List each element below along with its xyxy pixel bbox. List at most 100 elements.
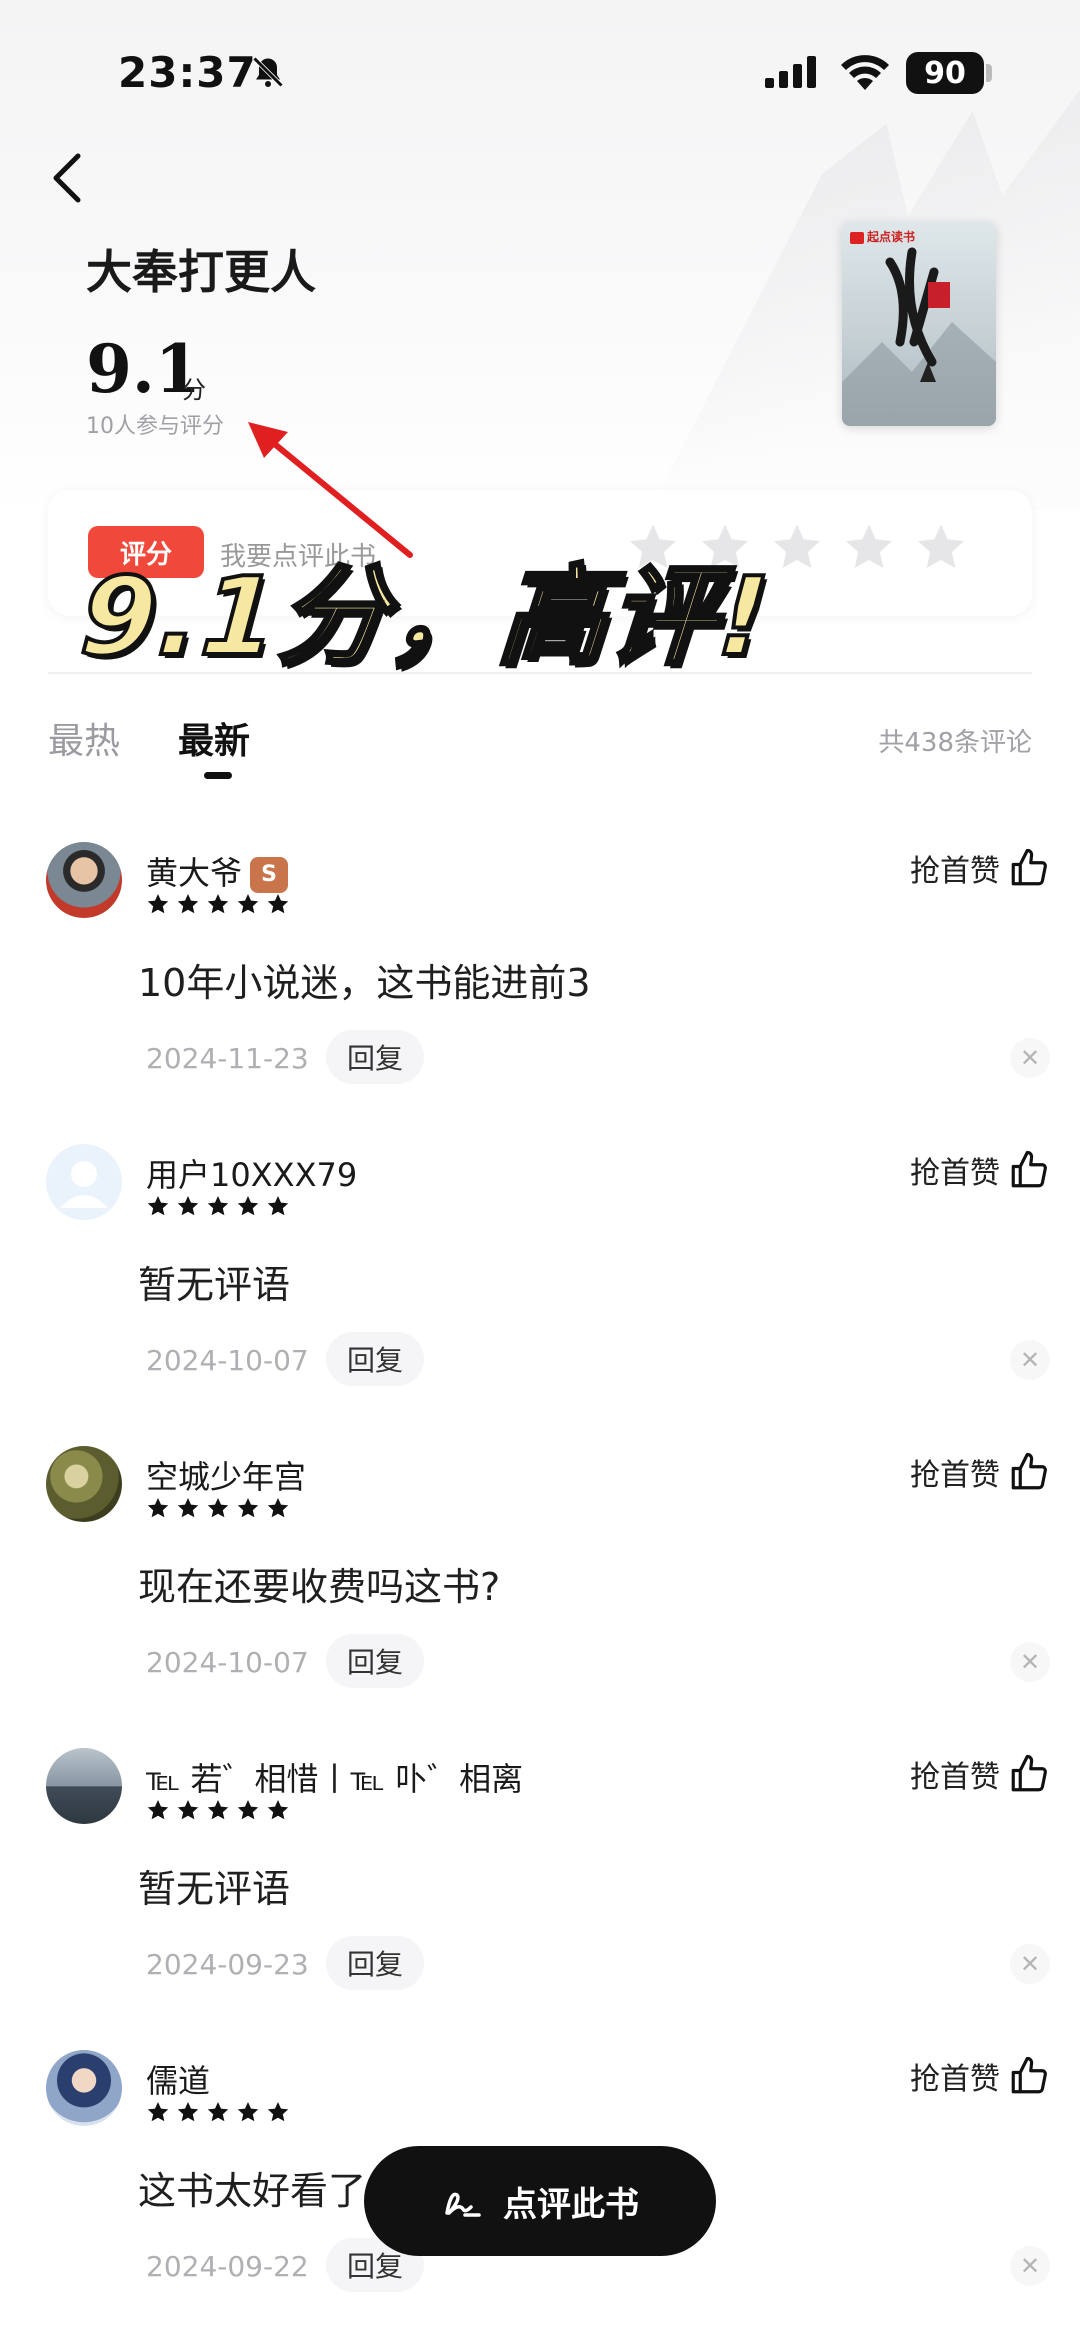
book-title: 大奉打更人 xyxy=(86,245,316,299)
total-comments: 共438条评论 xyxy=(878,728,1032,758)
like-label: 抢首赞 xyxy=(910,1760,1000,1795)
tab-new[interactable]: 最新 xyxy=(178,712,250,764)
comment-text: 10年小说迷，这书能进前3 xyxy=(138,961,591,1005)
like-button[interactable]: 抢首赞 xyxy=(910,846,1050,890)
score-unit: 分 xyxy=(182,376,206,404)
comment-date: 2024-10-07 xyxy=(146,1344,309,1377)
star-icon xyxy=(267,894,289,914)
tab-hot[interactable]: 最热 xyxy=(48,712,120,764)
comment-username[interactable]: 黄大爷 S xyxy=(146,848,289,894)
rating-star-5-icon[interactable] xyxy=(914,520,968,574)
avatar[interactable] xyxy=(46,1446,122,1522)
thumbs-up-icon xyxy=(1011,1150,1047,1188)
bell-muted-icon xyxy=(252,56,284,88)
rating-participants: 10人参与评分 xyxy=(86,414,224,439)
star-icon xyxy=(207,1196,229,1216)
star-icon xyxy=(267,1498,289,1518)
star-icon xyxy=(237,2102,259,2122)
battery-tip xyxy=(986,64,992,82)
pen-signature-icon xyxy=(445,2192,481,2217)
star-icon xyxy=(207,894,229,914)
comment-username[interactable]: ℡ 若゛相惜丨℡ 卟゛相离 xyxy=(146,1754,523,1800)
star-icon xyxy=(177,1196,199,1216)
comment-text: 暂无评语 xyxy=(138,1867,291,1911)
battery-indicator: 90 xyxy=(906,52,984,94)
star-icon xyxy=(237,1800,259,1820)
comment-stars xyxy=(146,1798,290,1822)
status-time: 23:37 xyxy=(118,48,257,97)
close-icon[interactable]: ✕ xyxy=(1010,1944,1050,1984)
like-button[interactable]: 抢首赞 xyxy=(910,1450,1050,1494)
active-tab-indicator xyxy=(204,772,232,779)
reply-button[interactable]: 回复 xyxy=(326,1332,424,1386)
thumbs-up-icon xyxy=(1011,1452,1047,1490)
reply-button[interactable]: 回复 xyxy=(326,1936,424,1990)
star-icon xyxy=(147,2102,169,2122)
comment-text: 暂无评语 xyxy=(138,1263,291,1307)
comment-date: 2024-09-22 xyxy=(146,2250,309,2283)
reply-button[interactable]: 回复 xyxy=(326,1634,424,1688)
comment-tabs: 最热 最新 共438条评论 xyxy=(48,712,1032,792)
comment-date: 2024-10-07 xyxy=(146,1646,309,1679)
star-icon xyxy=(237,894,259,914)
avatar[interactable] xyxy=(46,1144,122,1220)
comment-username[interactable]: 用户10XXX79 xyxy=(146,1150,357,1196)
cover-artwork xyxy=(842,247,996,426)
like-button[interactable]: 抢首赞 xyxy=(910,1752,1050,1796)
avatar[interactable] xyxy=(46,1748,122,1824)
star-icon xyxy=(177,2102,199,2122)
close-icon[interactable]: ✕ xyxy=(1010,2246,1050,2286)
like-button[interactable]: 抢首赞 xyxy=(910,1148,1050,1192)
annotation-overlay-text: 9.1分，高评! xyxy=(75,553,776,682)
write-review-button[interactable]: 点评此书 xyxy=(364,2146,716,2256)
cover-brand: 起点读书 xyxy=(850,228,915,245)
comment-text: 这书太好看了 xyxy=(138,2169,367,2213)
star-icon xyxy=(237,1196,259,1216)
write-review-label: 点评此书 xyxy=(503,2184,639,2225)
comment-username[interactable]: 儒道 xyxy=(146,2056,210,2102)
comment-stars xyxy=(146,2100,290,2124)
close-icon[interactable]: ✕ xyxy=(1010,1038,1050,1078)
avatar[interactable] xyxy=(46,2050,122,2126)
comment-item: 黄大爷 S 抢首赞 10年小说迷，这书能进前3 2024-11-23 回复 ✕ xyxy=(0,842,1080,1144)
comment-username[interactable]: 空城少年宫 xyxy=(146,1452,306,1498)
reply-button[interactable]: 回复 xyxy=(326,1030,424,1084)
star-icon xyxy=(147,1196,169,1216)
comment-stars xyxy=(146,1194,290,1218)
comment-stars xyxy=(146,1496,290,1520)
comment-item: 用户10XXX79 抢首赞 暂无评语 2024-10-07 回复 ✕ xyxy=(0,1144,1080,1446)
star-icon xyxy=(177,894,199,914)
like-label: 抢首赞 xyxy=(910,1458,1000,1493)
status-bar: 23:37 90 xyxy=(0,0,1080,140)
star-icon xyxy=(237,1498,259,1518)
thumbs-up-icon xyxy=(1011,848,1047,886)
like-label: 抢首赞 xyxy=(910,854,1000,889)
rating-star-3-icon[interactable] xyxy=(770,520,824,574)
close-icon[interactable]: ✕ xyxy=(1010,1340,1050,1380)
star-icon xyxy=(267,1196,289,1216)
rating-star-4-icon[interactable] xyxy=(842,520,896,574)
avatar[interactable] xyxy=(46,842,122,918)
back-arrow-icon[interactable] xyxy=(48,150,88,206)
brand-logo-icon xyxy=(850,231,864,244)
star-icon xyxy=(147,1800,169,1820)
wifi-icon xyxy=(841,55,889,90)
user-level-badge: S xyxy=(250,857,289,893)
like-label: 抢首赞 xyxy=(910,2062,1000,2097)
book-cover[interactable]: 起点读书 xyxy=(842,222,996,426)
comment-date: 2024-11-23 xyxy=(146,1042,309,1075)
comment-item: 空城少年宫 抢首赞 现在还要收费吗这书? 2024-10-07 回复 ✕ xyxy=(0,1446,1080,1748)
star-icon xyxy=(147,1498,169,1518)
like-button[interactable]: 抢首赞 xyxy=(910,2054,1050,2098)
star-icon xyxy=(267,1800,289,1820)
comment-stars xyxy=(146,892,290,916)
star-icon xyxy=(207,1800,229,1820)
comment-date: 2024-09-23 xyxy=(146,1948,309,1981)
star-icon xyxy=(267,2102,289,2122)
cellular-signal-icon xyxy=(765,56,816,88)
thumbs-up-icon xyxy=(1011,2056,1047,2094)
star-icon xyxy=(177,1800,199,1820)
close-icon[interactable]: ✕ xyxy=(1010,1642,1050,1682)
comment-text: 现在还要收费吗这书? xyxy=(138,1565,501,1609)
default-avatar-icon xyxy=(60,1161,108,1208)
